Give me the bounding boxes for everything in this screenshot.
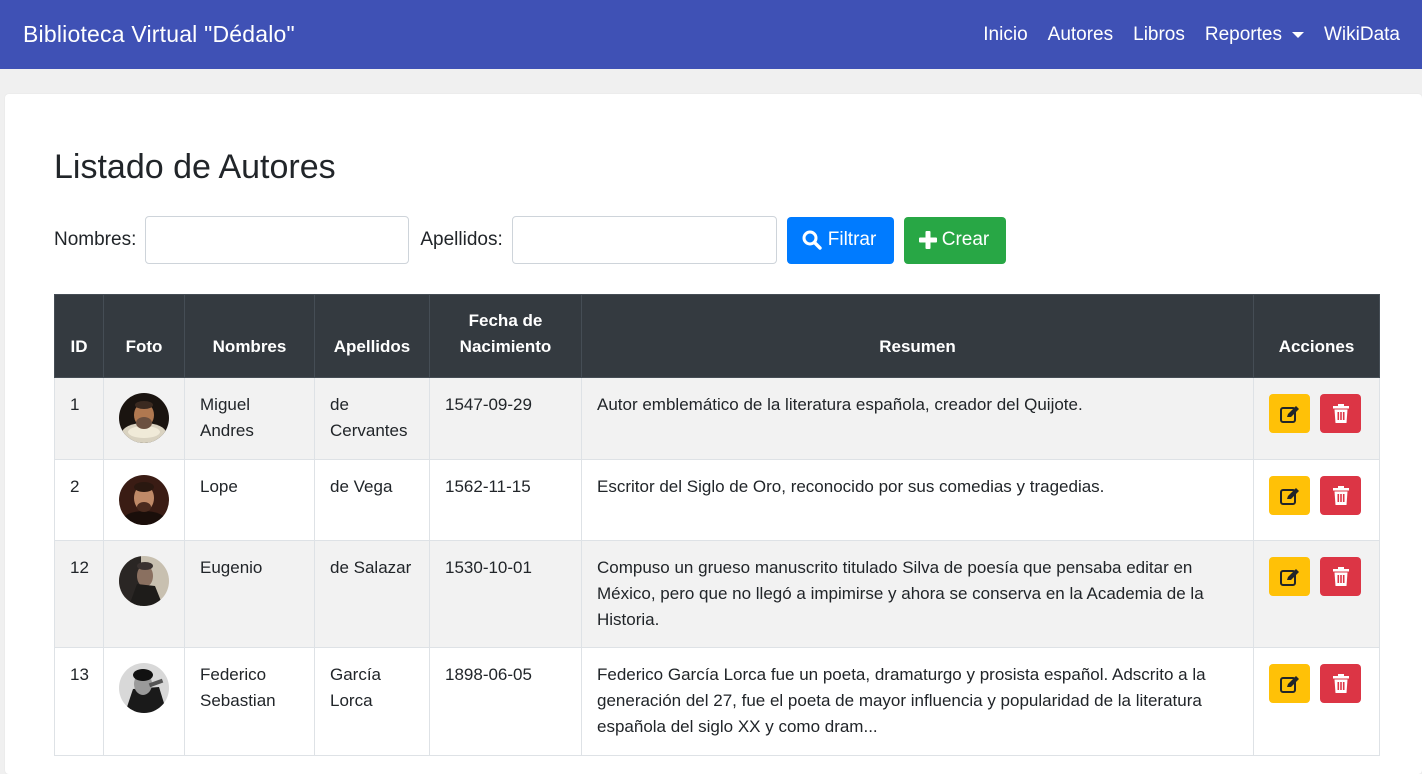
- cell-acciones: [1253, 647, 1380, 756]
- delete-button[interactable]: [1320, 557, 1361, 596]
- search-icon: [802, 230, 822, 250]
- trash-icon: [1332, 486, 1349, 505]
- table-row: 2 Lope de Vega 1562-11-15 Escritor del S…: [54, 459, 1380, 541]
- delete-button[interactable]: [1320, 476, 1361, 515]
- delete-button[interactable]: [1320, 394, 1361, 433]
- page-title: Listado de Autores: [54, 148, 336, 186]
- navbar: Biblioteca Virtual "Dédalo" Inicio Autor…: [0, 0, 1422, 69]
- edit-button[interactable]: [1269, 476, 1310, 515]
- cell-resumen: Federico García Lorca fue un poeta, dram…: [581, 647, 1254, 756]
- cell-apellidos: de Salazar: [314, 540, 430, 648]
- plus-icon: [918, 231, 937, 249]
- author-photo: [119, 663, 169, 713]
- cell-id: 13: [54, 647, 104, 756]
- cell-acciones: [1253, 377, 1380, 460]
- table-row: 13 Federico Sebastian García Lorca 1898-…: [54, 647, 1380, 756]
- create-button[interactable]: Crear: [903, 216, 1006, 264]
- column-header-apellidos[interactable]: Apellidos: [314, 294, 430, 378]
- nav-link-wikidata[interactable]: WikiData: [1324, 24, 1400, 46]
- cell-acciones: [1253, 540, 1380, 648]
- column-header-foto[interactable]: Foto: [103, 294, 185, 378]
- cell-foto: [103, 377, 185, 460]
- cell-apellidos: de Vega: [314, 459, 430, 541]
- author-photo: [119, 556, 169, 606]
- cell-foto: [103, 540, 185, 648]
- cell-foto: [103, 647, 185, 756]
- column-header-fecha-line2: Nacimiento: [459, 337, 552, 356]
- trash-icon: [1332, 567, 1349, 586]
- nav-link-autores[interactable]: Autores: [1048, 24, 1113, 46]
- column-header-id[interactable]: ID: [54, 294, 104, 378]
- apellidos-label: Apellidos:: [420, 229, 503, 250]
- column-header-acciones: Acciones: [1253, 294, 1380, 378]
- nav-link-libros[interactable]: Libros: [1133, 24, 1185, 46]
- cell-id: 12: [54, 540, 104, 648]
- delete-button[interactable]: [1320, 664, 1361, 703]
- filter-button[interactable]: Filtrar: [786, 216, 894, 264]
- column-header-fecha[interactable]: Fecha de Nacimiento: [429, 294, 582, 378]
- filter-button-label: Filtrar: [827, 229, 877, 250]
- cell-fecha: 1530-10-01: [429, 540, 582, 648]
- caret-down-icon: [1291, 31, 1304, 38]
- authors-table: ID Foto Nombres Apellidos Fecha de Nacim…: [54, 294, 1380, 756]
- nombres-label: Nombres:: [54, 229, 137, 250]
- cell-resumen: Escritor del Siglo de Oro, reconocido po…: [581, 459, 1254, 541]
- edit-button[interactable]: [1269, 394, 1310, 433]
- cell-apellidos: García Lorca: [314, 647, 430, 756]
- nav-dropdown-reportes[interactable]: Reportes: [1205, 24, 1304, 46]
- trash-icon: [1332, 404, 1349, 423]
- apellidos-input[interactable]: [511, 216, 777, 264]
- table-row: 12 Eugenio de Salazar 1530-10-01 Compuso…: [54, 540, 1380, 648]
- cell-resumen: Autor emblemático de la literatura españ…: [581, 377, 1254, 460]
- author-photo: [119, 393, 169, 443]
- edit-icon: [1279, 487, 1299, 505]
- cell-fecha: 1547-09-29: [429, 377, 582, 460]
- trash-icon: [1332, 674, 1349, 693]
- edit-icon: [1279, 675, 1299, 693]
- author-photo: [119, 475, 169, 525]
- create-button-label: Crear: [941, 229, 990, 250]
- cell-acciones: [1253, 459, 1380, 541]
- table-row: 1 Miguel Andres de Cervantes 1547-09-29 …: [54, 377, 1380, 460]
- edit-button[interactable]: [1269, 557, 1310, 596]
- navbar-brand[interactable]: Biblioteca Virtual "Dédalo": [23, 21, 295, 48]
- edit-icon: [1279, 568, 1299, 586]
- column-header-nombres[interactable]: Nombres: [184, 294, 315, 378]
- column-header-resumen[interactable]: Resumen: [581, 294, 1254, 378]
- edit-button[interactable]: [1269, 664, 1310, 703]
- nav-link-inicio[interactable]: Inicio: [983, 24, 1027, 46]
- cell-fecha: 1562-11-15: [429, 459, 582, 541]
- cell-id: 1: [54, 377, 104, 460]
- cell-nombres: Eugenio: [184, 540, 315, 648]
- nombres-input[interactable]: [145, 216, 410, 264]
- cell-resumen: Compuso un grueso manuscrito titulado Si…: [581, 540, 1254, 648]
- filter-form: Nombres: Apellidos: Filtrar Crear: [54, 216, 1006, 264]
- navbar-links: Inicio Autores Libros Reportes WikiData: [963, 24, 1400, 46]
- column-header-fecha-line1: Fecha de: [468, 311, 543, 330]
- cell-fecha: 1898-06-05: [429, 647, 582, 756]
- edit-icon: [1279, 405, 1299, 423]
- cell-nombres: Miguel Andres: [184, 377, 315, 460]
- cell-apellidos: de Cervantes: [314, 377, 430, 460]
- cell-nombres: Lope: [184, 459, 315, 541]
- cell-id: 2: [54, 459, 104, 541]
- cell-foto: [103, 459, 185, 541]
- cell-nombres: Federico Sebastian: [184, 647, 315, 756]
- nav-dropdown-reportes-label: Reportes: [1204, 23, 1282, 45]
- table-header-row: ID Foto Nombres Apellidos Fecha de Nacim…: [54, 294, 1380, 378]
